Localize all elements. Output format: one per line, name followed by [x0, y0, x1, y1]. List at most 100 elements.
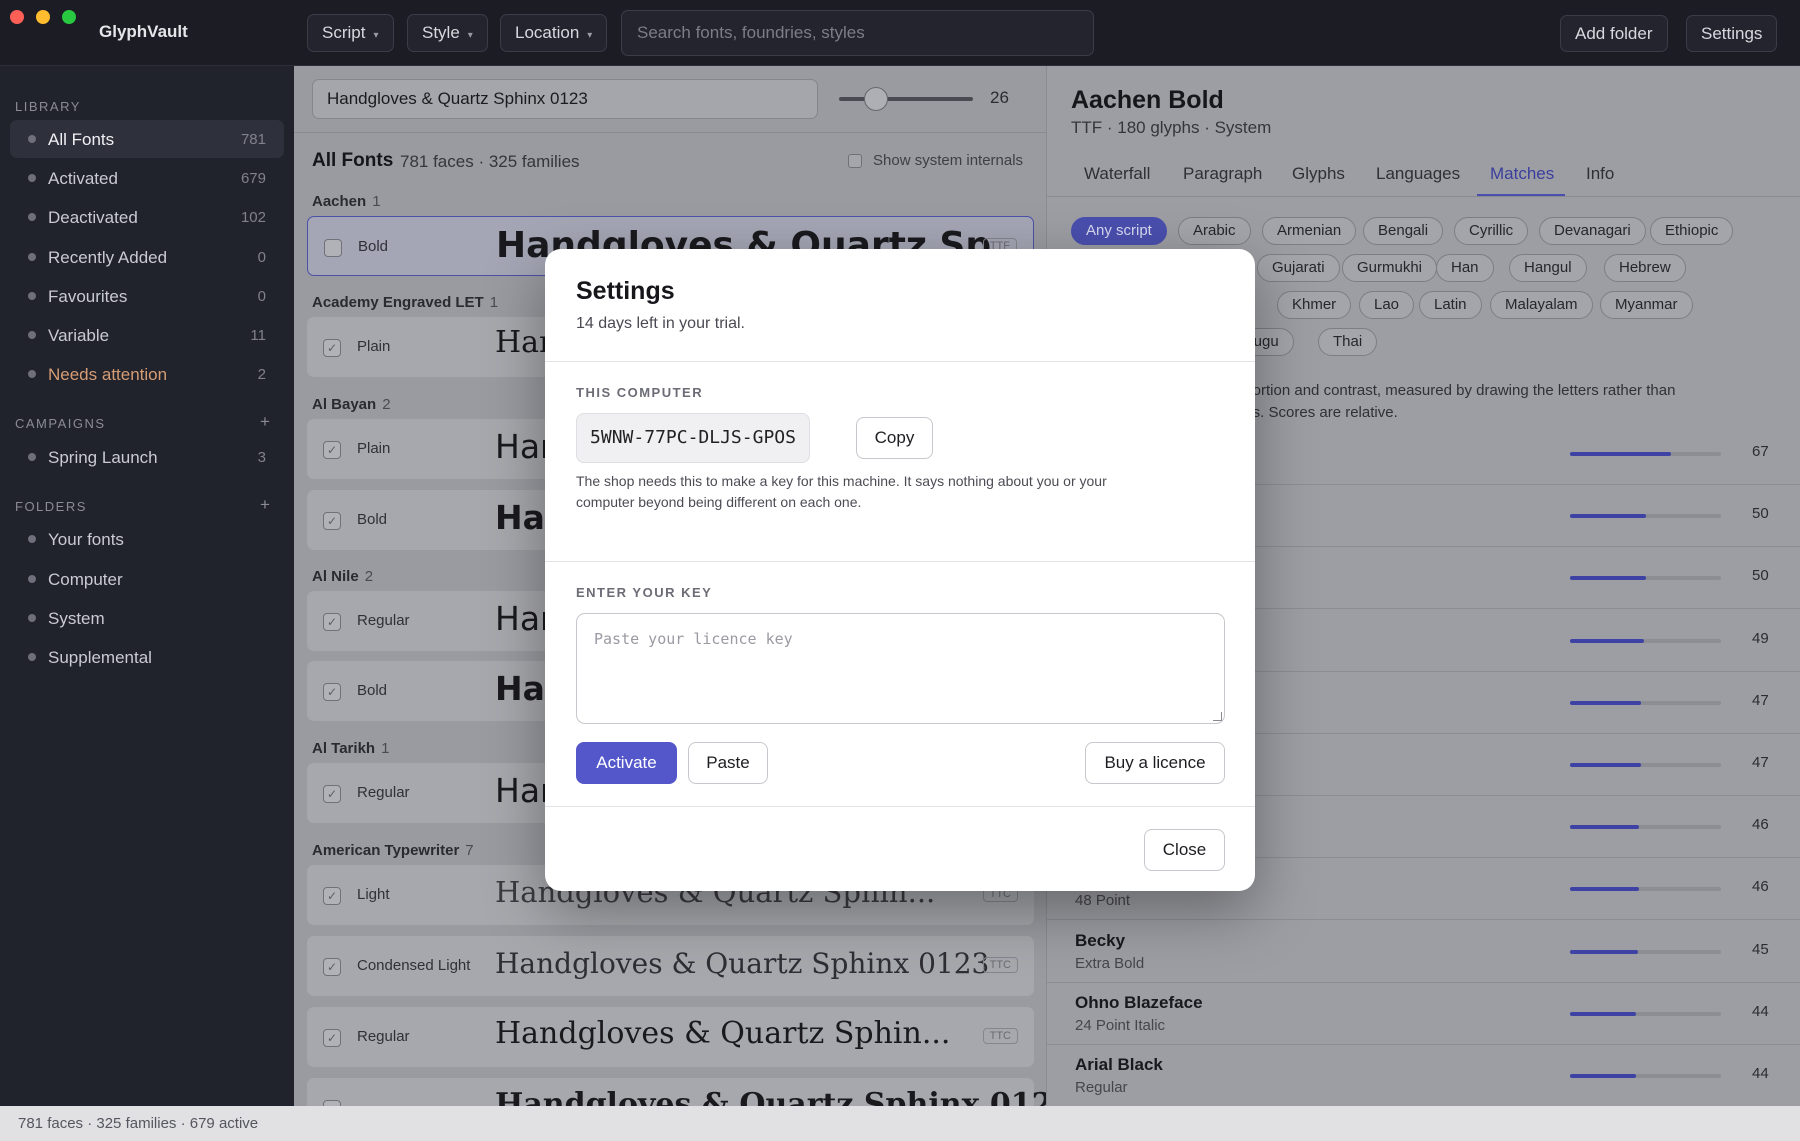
chip-devanagari[interactable]: Devanagari	[1539, 217, 1646, 245]
chip-myanmar[interactable]: Myanmar	[1600, 291, 1693, 319]
font-row[interactable]: Handgloves & Quartz Sphinx 0123	[307, 1078, 1046, 1106]
chip-malayalam[interactable]: Malayalam	[1490, 291, 1593, 319]
row-style-label: Plain	[357, 440, 391, 457]
sidebar-item-all-fonts[interactable]: All Fonts 781	[10, 120, 284, 158]
buy-licence-button[interactable]: Buy a licence	[1085, 742, 1225, 784]
sample-text-input[interactable]: Handgloves & Quartz Sphinx 0123	[312, 79, 818, 119]
match-row[interactable]: Ohno Blazeface 24 Point Italic 44	[1047, 983, 1800, 1045]
settings-button[interactable]: Settings	[1686, 15, 1778, 52]
divider	[545, 806, 1255, 807]
divider	[545, 561, 1255, 562]
row-style-label: Bold	[357, 682, 388, 699]
sidebar-item-needs-attention[interactable]: Needs attention 2	[10, 355, 284, 393]
tab-languages[interactable]: Languages	[1376, 164, 1460, 184]
title-bar: GlyphVault Script ▾ Style ▾ Location ▾ Sear…	[0, 0, 1800, 66]
match-row[interactable]: Arial Black Regular 44	[1047, 1045, 1800, 1106]
dot-icon	[28, 292, 36, 300]
add-folder-plus-icon[interactable]: +	[260, 495, 270, 515]
font-row[interactable]: ✓ Regular Handgloves & Quartz Sphin... T…	[307, 1007, 1034, 1067]
chip-hangul[interactable]: Hangul	[1509, 254, 1587, 282]
match-score: 46	[1752, 878, 1769, 896]
activate-checkbox[interactable]: ✓	[323, 613, 341, 631]
add-folder-button[interactable]: Add folder	[1560, 15, 1668, 52]
copy-button[interactable]: Copy	[856, 417, 933, 459]
campaigns-section-title: CAMPAIGNS	[15, 416, 106, 431]
resize-grip-icon[interactable]	[1213, 712, 1222, 721]
row-style-label: Plain	[357, 338, 391, 355]
sidebar-item-supplemental[interactable]: Supplemental	[10, 638, 284, 676]
tab-waterfall[interactable]: Waterfall	[1084, 164, 1150, 184]
script-filter-button[interactable]: Script ▾	[307, 14, 394, 52]
row-preview: Handgloves & Quartz Sphin...	[495, 1016, 951, 1051]
chip-hebrew[interactable]: Hebrew	[1604, 254, 1686, 282]
add-campaign-plus-icon[interactable]: +	[260, 412, 270, 432]
chip-bengali[interactable]: Bengali	[1363, 217, 1444, 245]
location-filter-button[interactable]: Location ▾	[500, 14, 608, 52]
sidebar-item-variable[interactable]: Variable 11	[10, 316, 284, 354]
match-row[interactable]: Becky Extra Bold 45	[1047, 921, 1800, 983]
activate-checkbox[interactable]: ✓	[323, 339, 341, 357]
chip-thai[interactable]: Thai	[1318, 328, 1378, 356]
row-style-label: Regular	[357, 784, 410, 801]
system-internals-checkbox[interactable]	[848, 154, 862, 168]
match-score-bar	[1570, 452, 1721, 456]
style-filter-button[interactable]: Style ▾	[407, 14, 488, 52]
dot-icon	[28, 575, 36, 583]
sidebar-item-deactivated[interactable]: Deactivated 102	[10, 198, 284, 236]
row-style-label: Regular	[357, 612, 410, 629]
zoom-window-button[interactable]	[62, 10, 76, 24]
app-name: GlyphVault	[99, 22, 188, 41]
chip-latin[interactable]: Latin	[1419, 291, 1482, 319]
activate-button[interactable]: Activate	[576, 742, 677, 784]
chip-any-script[interactable]: Any script	[1071, 217, 1167, 245]
activate-checkbox[interactable]: ✓	[323, 512, 341, 530]
activate-checkbox[interactable]: ✓	[323, 441, 341, 459]
chip-khmer[interactable]: Khmer	[1277, 291, 1352, 319]
settings-dialog: Settings 14 days left in your trial. THI…	[545, 249, 1255, 891]
chip-gurmukhi[interactable]: Gurmukhi	[1342, 254, 1438, 282]
sidebar-item-system[interactable]: System	[10, 599, 284, 637]
chip-armenian[interactable]: Armenian	[1262, 217, 1357, 245]
activate-checkbox[interactable]: ✓	[323, 887, 341, 905]
close-button[interactable]: Close	[1144, 829, 1225, 871]
match-score-fill	[1570, 700, 1641, 705]
match-name: Arial Black	[1075, 1055, 1163, 1074]
chip-lao[interactable]: Lao	[1359, 291, 1415, 319]
dialog-title: Settings	[576, 277, 675, 305]
activate-checkbox[interactable]: ✓	[323, 1029, 341, 1047]
activate-checkbox[interactable]: ✓	[323, 683, 341, 701]
tab-glyphs[interactable]: Glyphs	[1292, 164, 1345, 184]
activate-checkbox[interactable]	[324, 239, 342, 257]
activate-checkbox[interactable]: ✓	[323, 785, 341, 803]
sidebar-item-activated[interactable]: Activated 679	[10, 159, 284, 197]
sidebar-item-favourites[interactable]: Favourites 0	[10, 277, 284, 315]
chip-cyrillic[interactable]: Cyrillic	[1454, 217, 1529, 245]
tab-info[interactable]: Info	[1586, 164, 1614, 184]
sidebar-item-your-fonts[interactable]: Your fonts	[10, 520, 284, 558]
match-score-fill	[1570, 1011, 1637, 1016]
close-window-button[interactable]	[10, 10, 24, 24]
chip-arabic[interactable]: Arabic	[1178, 217, 1251, 245]
sidebar-item-recently-added[interactable]: Recently Added 0	[10, 238, 284, 276]
licence-key-input[interactable]: Paste your licence key	[576, 613, 1225, 724]
match-score-bar	[1570, 1074, 1721, 1078]
minimize-window-button[interactable]	[36, 10, 50, 24]
size-slider-track[interactable]	[839, 97, 973, 101]
match-score: 50	[1752, 505, 1769, 523]
chip-han[interactable]: Han	[1436, 254, 1494, 282]
match-score-bar	[1570, 514, 1721, 519]
match-score-fill	[1570, 452, 1672, 456]
size-slider-knob[interactable]	[864, 87, 888, 111]
sidebar-item-computer[interactable]: Computer	[10, 560, 284, 598]
sidebar-item-spring-launch[interactable]: Spring Launch 3	[10, 438, 284, 476]
activate-checkbox[interactable]: ✓	[323, 958, 341, 976]
search-input[interactable]: Search fonts, foundries, styles	[621, 10, 1094, 56]
match-score: 47	[1752, 691, 1769, 709]
paste-button[interactable]: Paste	[688, 742, 768, 784]
chip-ethiopic[interactable]: Ethiopic	[1650, 217, 1734, 245]
tab-matches[interactable]: Matches	[1490, 164, 1554, 184]
font-row[interactable]: ✓ Condensed Light Handgloves & Quartz Sp…	[307, 936, 1034, 996]
chip-gujarati[interactable]: Gujarati	[1257, 254, 1340, 282]
row-style-label: Regular	[357, 1028, 410, 1045]
tab-paragraph[interactable]: Paragraph	[1183, 164, 1262, 184]
